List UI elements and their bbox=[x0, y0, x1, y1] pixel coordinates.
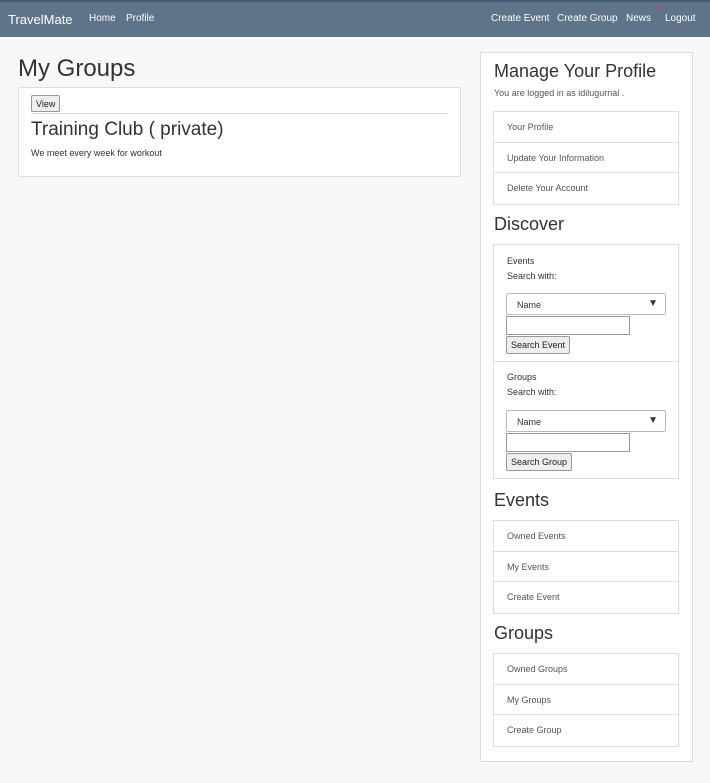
page-title: My Groups bbox=[18, 55, 136, 82]
sidebar-item-my-groups[interactable]: My Groups bbox=[494, 685, 678, 715]
search-event-button[interactable]: Search Event bbox=[506, 336, 571, 354]
profile-heading: Manage Your Profile bbox=[494, 61, 657, 81]
discover-groups-label: Groups bbox=[507, 372, 537, 382]
sidebar-item-delete-account[interactable]: Delete Your Account bbox=[494, 173, 678, 204]
sidebar-item-my-events[interactable]: My Events bbox=[494, 552, 678, 582]
sidebar-item-your-profile[interactable]: Your Profile bbox=[494, 112, 678, 143]
news-notification-badge: ? bbox=[656, 6, 660, 13]
event-search-input[interactable] bbox=[506, 316, 630, 335]
card-divider bbox=[31, 113, 448, 114]
sidebar-item-owned-groups[interactable]: Owned Groups bbox=[494, 654, 678, 685]
logged-in-text: You are logged in as idilugurnal . bbox=[494, 88, 625, 98]
profile-menu: Your Profile Update Your Information Del… bbox=[493, 111, 679, 205]
discover-groups-search-with: Search with: bbox=[507, 387, 557, 397]
navbar: TravelMate Home Profile Create Event Cre… bbox=[0, 0, 710, 37]
events-heading: Events bbox=[494, 490, 550, 510]
sidebar-item-update-information[interactable]: Update Your Information bbox=[494, 143, 678, 173]
group-name: Training Club ( private) bbox=[31, 119, 224, 140]
chevron-down-icon: ▼ bbox=[648, 415, 658, 426]
group-card: View Training Club ( private) We meet ev… bbox=[18, 87, 461, 177]
events-menu: Owned Events My Events Create Event bbox=[493, 520, 679, 614]
nav-home[interactable]: Home bbox=[89, 13, 116, 24]
groups-heading: Groups bbox=[494, 623, 554, 643]
group-search-input[interactable] bbox=[506, 433, 630, 452]
discover-events-search-with: Search with: bbox=[507, 271, 557, 281]
event-search-field-value: Name bbox=[517, 300, 542, 310]
nav-create-group[interactable]: Create Group bbox=[557, 13, 618, 24]
groups-menu: Owned Groups My Groups Create Group bbox=[493, 653, 679, 747]
nav-create-event[interactable]: Create Event bbox=[491, 13, 549, 24]
nav-profile[interactable]: Profile bbox=[126, 13, 154, 24]
event-search-field-select[interactable]: Name ▼ bbox=[506, 293, 666, 315]
sidebar-item-create-event[interactable]: Create Event bbox=[494, 582, 678, 613]
sidebar-item-owned-events[interactable]: Owned Events bbox=[494, 521, 678, 552]
discover-events-label: Events bbox=[507, 256, 535, 266]
brand-logo[interactable]: TravelMate bbox=[8, 12, 73, 27]
group-search-field-value: Name bbox=[517, 417, 542, 427]
sidebar-item-create-group[interactable]: Create Group bbox=[494, 715, 678, 746]
group-search-field-select[interactable]: Name ▼ bbox=[506, 410, 666, 432]
discover-divider bbox=[494, 361, 678, 362]
view-group-button[interactable]: View bbox=[31, 95, 61, 112]
group-description: We meet every week for workout bbox=[31, 148, 162, 158]
search-group-button[interactable]: Search Group bbox=[506, 453, 573, 471]
discover-heading: Discover bbox=[494, 214, 565, 234]
discover-panel: Events Search with: Name ▼ Search Event … bbox=[493, 244, 679, 479]
chevron-down-icon: ▼ bbox=[648, 298, 658, 309]
nav-logout[interactable]: Logout bbox=[665, 13, 696, 24]
sidebar: Manage Your Profile You are logged in as… bbox=[480, 52, 693, 762]
nav-news[interactable]: News bbox=[626, 13, 651, 24]
